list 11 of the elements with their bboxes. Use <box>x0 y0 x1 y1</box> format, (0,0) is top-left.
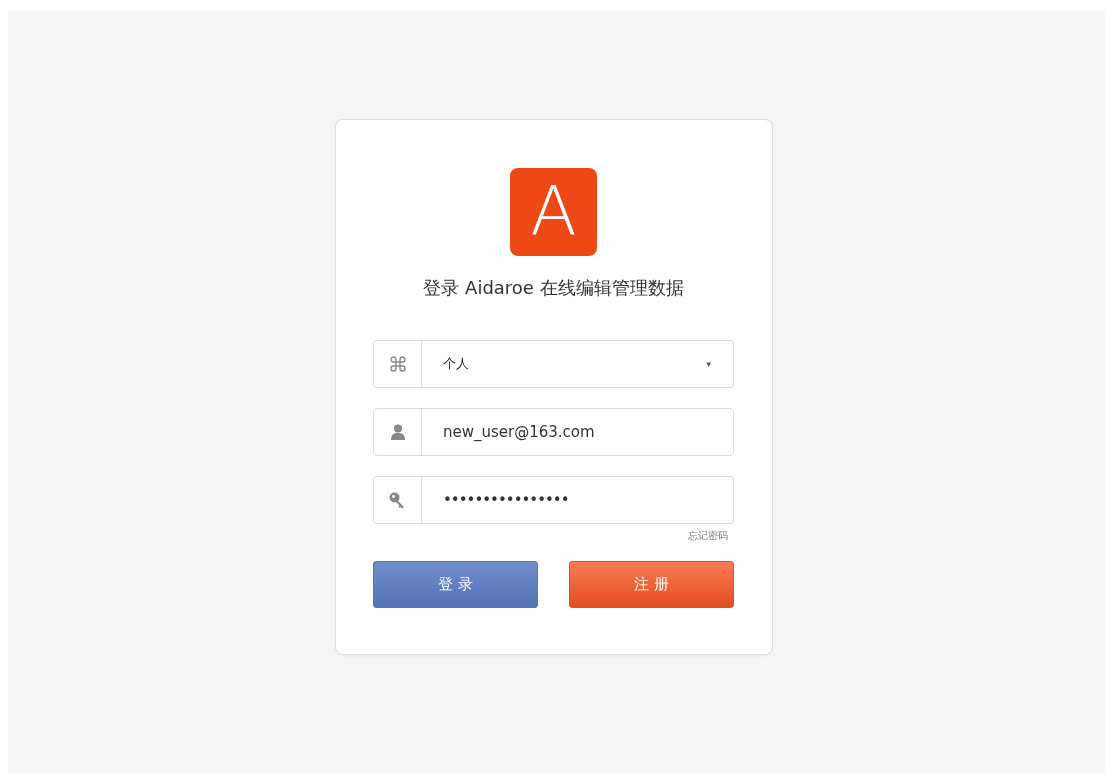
logo: A <box>510 168 597 256</box>
login-button[interactable]: 登 录 <box>373 561 538 608</box>
user-icon <box>390 424 405 440</box>
command-icon <box>388 355 407 373</box>
account-type-select[interactable]: 个人 ▾ <box>373 340 734 388</box>
key-icon <box>389 491 406 509</box>
forgot-password-link[interactable]: 忘记密码 <box>688 529 728 543</box>
caret-icon: ▾ <box>706 359 711 369</box>
password-field[interactable]: •••••••••••••••• <box>373 476 734 524</box>
email-field[interactable]: new_user@163.com <box>373 408 734 456</box>
login-title: 登录 Aidaroe 在线编辑管理数据 <box>423 276 684 300</box>
